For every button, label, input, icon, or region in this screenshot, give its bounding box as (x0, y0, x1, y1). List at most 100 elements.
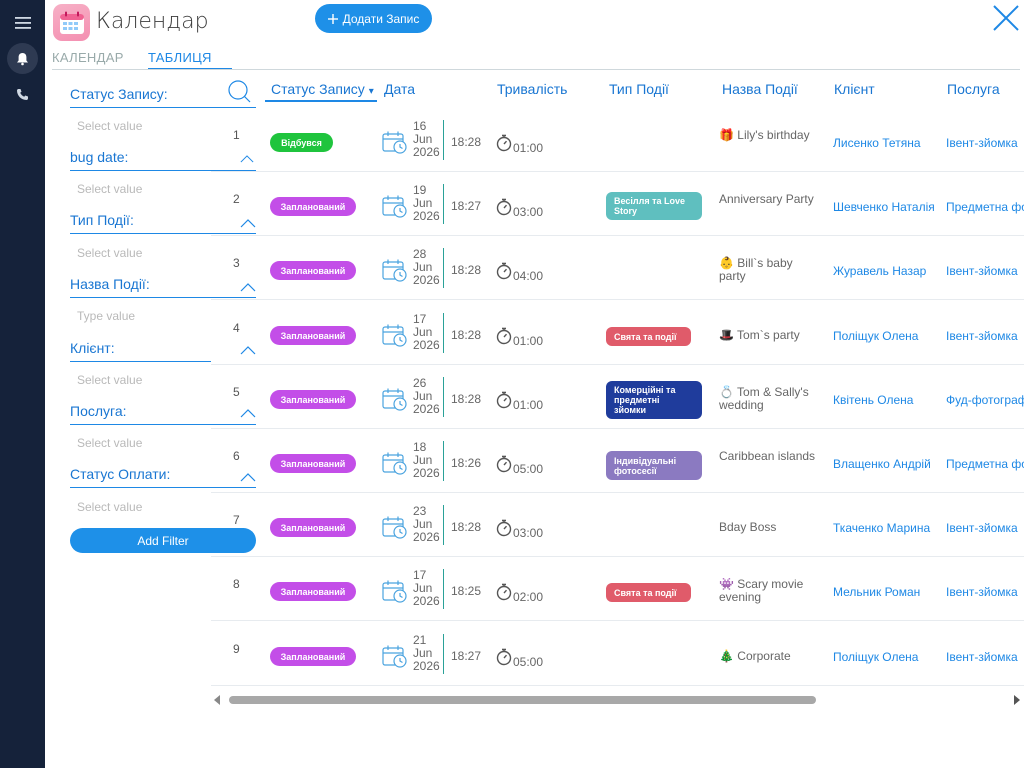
filter-value[interactable]: Select value (77, 246, 142, 260)
bell-icon[interactable] (7, 43, 38, 74)
event-type-badge[interactable]: Індивідуальні фотосесії (606, 451, 702, 480)
scrollbar-thumb[interactable] (229, 696, 816, 704)
duration-cell: 05:00 (513, 462, 544, 476)
calendar-clock-icon (382, 515, 408, 539)
table-row[interactable]: 3 Запланований 28 Jun 2026 18:28 04:00 👶 Bill`s… (211, 236, 1024, 300)
client-link[interactable]: Лисенко Тетяна (833, 136, 921, 150)
table-row[interactable]: 4 Запланований 17 Jun 2026 18:28 01:00 Свята та… (211, 301, 1024, 365)
date-year: 2026 (413, 402, 440, 416)
client-link[interactable]: Влащенко Андрій (833, 457, 931, 471)
event-name-cell: 👾 Scary movie evening (719, 577, 804, 604)
date-year: 2026 (413, 466, 440, 480)
time-cell: 18:28 (451, 328, 482, 342)
tab-table-label: ТАБЛИЦЯ (148, 50, 212, 65)
event-type-badge[interactable]: Свята та події (606, 583, 691, 602)
status-badge[interactable]: Відбувся (270, 133, 333, 152)
client-link[interactable]: Поліщук Олена (833, 650, 918, 664)
event-type-badge[interactable]: Комерційні та предметні зйомки (606, 381, 702, 419)
time-cell: 18:27 (451, 649, 482, 663)
event-name-cell: Bday Boss (719, 520, 777, 534)
column-header-event-name[interactable]: Назва Події (722, 81, 798, 97)
time-cell: 18:28 (451, 520, 482, 534)
table-row[interactable]: 2 Запланований 19 Jun 2026 18:27 03:00 Весілля … (211, 172, 1024, 236)
column-header-service[interactable]: Послуга (947, 81, 1000, 97)
stopwatch-icon (496, 391, 512, 409)
plus-icon (327, 13, 338, 24)
menu-icon[interactable] (7, 7, 38, 38)
client-link[interactable]: Журавель Назар (833, 264, 926, 278)
column-header-status[interactable]: Статус Запису ▾ (265, 81, 377, 102)
tab-calendar[interactable]: КАЛЕНДАР (52, 50, 148, 70)
column-header-duration[interactable]: Тривалість (497, 81, 567, 97)
status-badge[interactable]: Запланований (270, 197, 356, 216)
service-link[interactable]: Івент-зйомка (946, 136, 1024, 150)
date-cell: 17 Jun 2026 (413, 313, 443, 352)
status-badge[interactable]: Запланований (270, 390, 356, 409)
scroll-right-arrow-icon[interactable] (1014, 695, 1020, 705)
date-cell: 17 Jun 2026 (413, 569, 443, 608)
table-row[interactable]: 6 Запланований 18 Jun 2026 18:26 05:00 Індивіду… (211, 429, 1024, 493)
status-badge[interactable]: Запланований (270, 647, 356, 666)
filter-label: Клієнт: (70, 340, 211, 362)
duration-cell: 01:00 (513, 398, 544, 412)
calendar-app-logo-icon (53, 4, 90, 41)
stopwatch-icon (496, 455, 512, 473)
service-link[interactable]: Івент-зйомка (946, 521, 1024, 535)
status-badge[interactable]: Запланований (270, 326, 356, 345)
table-row[interactable]: 9 Запланований 21 Jun 2026 18:27 05:00 🎄 Corpor… (211, 622, 1024, 686)
date-separator (443, 120, 444, 160)
view-tabs: КАЛЕНДАР ТАБЛИЦЯ (52, 50, 232, 70)
date-cell: 21 Jun 2026 (413, 634, 443, 673)
service-link[interactable]: Івент-зйомка (946, 264, 1024, 278)
status-badge[interactable]: Запланований (270, 582, 356, 601)
page-title: Календар (96, 9, 209, 34)
event-name-cell: 🎁 Lily's birthday (719, 128, 810, 142)
column-header-client[interactable]: Клієнт (834, 81, 875, 97)
event-type-badge[interactable]: Свята та події (606, 327, 691, 346)
date-year: 2026 (413, 273, 440, 287)
row-number: 1 (233, 128, 240, 142)
service-link[interactable]: Івент-зйомка (946, 585, 1024, 599)
row-number: 2 (233, 192, 240, 206)
client-link[interactable]: Ткаченко Марина (833, 521, 930, 535)
table-row[interactable]: 7 Запланований 23 Jun 2026 18:28 03:00 Bday Bos… (211, 493, 1024, 557)
filter-value[interactable]: Select value (77, 119, 142, 133)
filter-value[interactable]: Select value (77, 436, 142, 450)
close-icon[interactable] (992, 4, 1020, 32)
service-link[interactable]: Предметна фо (946, 200, 1024, 214)
client-link[interactable]: Поліщук Олена (833, 329, 918, 343)
stopwatch-icon (496, 198, 512, 216)
filter-value[interactable]: Type value (77, 309, 135, 323)
status-badge[interactable]: Запланований (270, 261, 356, 280)
date-separator (443, 313, 444, 353)
service-link[interactable]: Івент-зйомка (946, 329, 1024, 343)
column-header-event-type[interactable]: Тип Події (609, 81, 669, 97)
table-row[interactable]: 8 Запланований 17 Jun 2026 18:25 02:00 Свята та… (211, 557, 1024, 621)
client-link[interactable]: Квітень Олена (833, 393, 913, 407)
time-cell: 18:28 (451, 392, 482, 406)
column-header-date[interactable]: Дата (384, 81, 415, 97)
service-link[interactable]: Фуд-фотограф (946, 393, 1024, 407)
status-badge[interactable]: Запланований (270, 518, 356, 537)
calendar-clock-icon (382, 579, 408, 603)
add-record-button[interactable]: Додати Запис (315, 4, 432, 33)
client-link[interactable]: Мельник Роман (833, 585, 920, 599)
filter-value[interactable]: Select value (77, 500, 142, 514)
event-type-badge[interactable]: Весілля та Love Story (606, 192, 702, 220)
table-row[interactable]: 1 Відбувся 16 Jun 2026 18:28 01:00 🎁 Lily's bir… (211, 108, 1024, 172)
status-badge[interactable]: Запланований (270, 454, 356, 473)
filter-value[interactable]: Select value (77, 373, 142, 387)
scroll-left-arrow-icon[interactable] (214, 695, 220, 705)
tab-table[interactable]: ТАБЛИЦЯ (148, 50, 232, 70)
phone-icon[interactable] (7, 79, 38, 110)
calendar-clock-icon (382, 258, 408, 282)
table-row[interactable]: 5 Запланований 26 Jun 2026 18:28 01:00 Комерцій… (211, 365, 1024, 429)
date-cell: 19 Jun 2026 (413, 184, 443, 223)
left-nav-rail (0, 0, 45, 768)
client-link[interactable]: Шевченко Наталія (833, 200, 935, 214)
horizontal-scrollbar[interactable] (214, 694, 1020, 706)
date-year: 2026 (413, 145, 440, 159)
service-link[interactable]: Предметна фо (946, 457, 1024, 471)
filter-value[interactable]: Select value (77, 182, 142, 196)
service-link[interactable]: Івент-зйомка (946, 650, 1024, 664)
